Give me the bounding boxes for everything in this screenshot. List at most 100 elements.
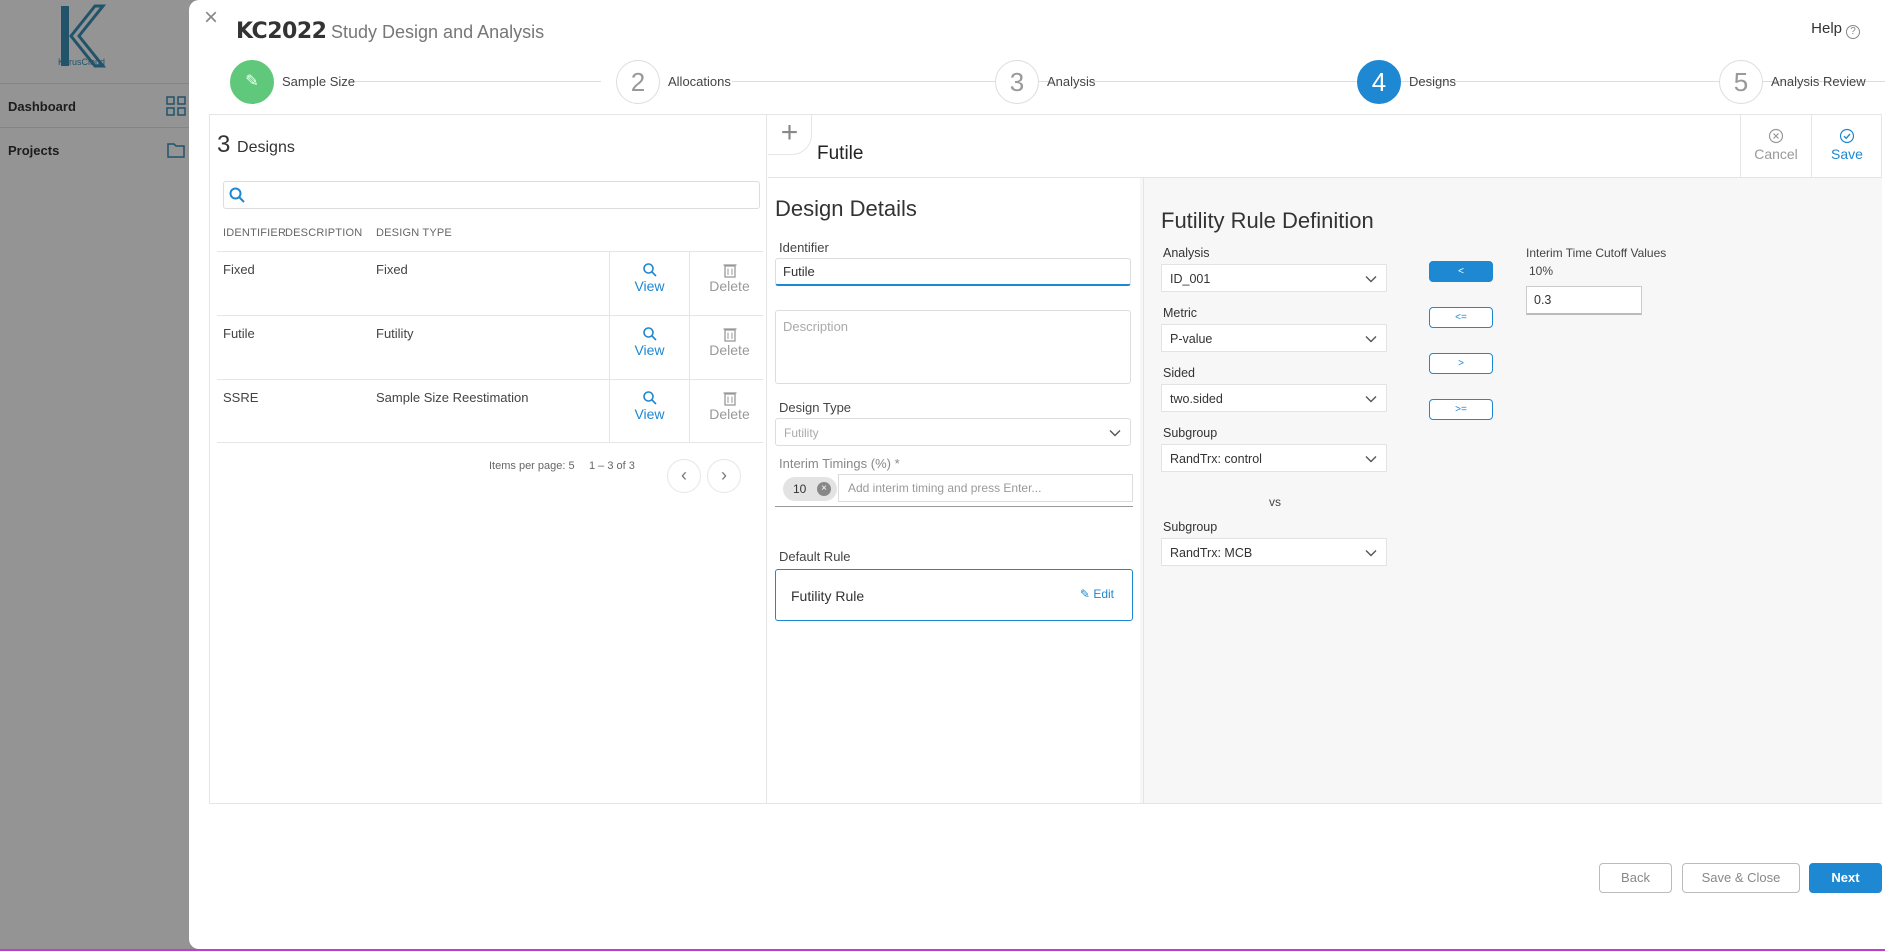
delete-button[interactable]: Delete	[689, 316, 769, 379]
cancel-label: Cancel	[1754, 146, 1798, 162]
pencil-icon: ✎	[1079, 587, 1090, 601]
metric-value: P-value	[1170, 332, 1213, 346]
search-icon	[642, 263, 657, 277]
subgroup-label: Subgroup	[1163, 426, 1218, 440]
cell-design-type: Sample Size Reestimation	[376, 390, 529, 405]
analysis-label: Analysis	[1163, 246, 1210, 260]
edit-rule-button[interactable]: ✎ Edit	[1080, 587, 1114, 601]
table-row[interactable]: Fixed Fixed View Delete	[217, 251, 763, 315]
chevron-down-icon	[1365, 550, 1377, 557]
step-number: 4	[1357, 60, 1401, 104]
subgroup-label: Subgroup	[1163, 520, 1218, 534]
save-close-button[interactable]: Save & Close	[1682, 863, 1800, 893]
next-button[interactable]: Next	[1809, 863, 1882, 893]
prev-page-button[interactable]: ‹	[667, 459, 701, 493]
interim-timing-input[interactable]: Add interim timing and press Enter...	[838, 474, 1133, 502]
search-box[interactable]	[223, 181, 760, 209]
description-textarea[interactable]: Description	[775, 310, 1131, 384]
analysis-select[interactable]: ID_001	[1161, 264, 1387, 292]
subgroup-select-1[interactable]: RandTrx: control	[1161, 444, 1387, 472]
delete-label: Delete	[709, 278, 750, 294]
operator-gt-button[interactable]: >	[1429, 353, 1493, 374]
page-range: 1 – 3 of 3	[589, 460, 635, 472]
section-title: Design Details	[775, 196, 917, 221]
search-icon	[229, 187, 245, 203]
next-page-button[interactable]: ›	[707, 459, 741, 493]
view-button[interactable]: View	[609, 252, 689, 315]
step-label: Analysis	[1047, 74, 1096, 89]
designs-panel: 3 Designs IDENTIFIER DESCRIPTION DESIGN …	[209, 114, 1882, 804]
items-per-page-label: Items per page: 5	[489, 460, 575, 472]
interim-placeholder: Add interim timing and press Enter...	[848, 481, 1042, 495]
cell-identifier: Futile	[223, 326, 255, 341]
project-code: KC2022	[236, 19, 327, 44]
chevron-down-icon	[1365, 336, 1377, 343]
delete-button[interactable]: Delete	[689, 252, 769, 315]
chevron-left-icon: ‹	[681, 465, 687, 485]
record-title: Futile	[817, 143, 864, 164]
cancel-button[interactable]: Cancel	[1740, 115, 1811, 177]
view-label: View	[634, 406, 665, 422]
search-icon	[642, 327, 657, 341]
description-placeholder: Description	[783, 319, 849, 334]
edit-label: Edit	[1093, 587, 1114, 601]
default-rule-card[interactable]: Futility Rule ✎ Edit	[775, 569, 1133, 621]
operator-lte-button[interactable]: <=	[1429, 307, 1493, 328]
identifier-label: Identifier	[779, 240, 829, 255]
column-header-identifier[interactable]: IDENTIFIER	[223, 227, 286, 239]
close-icon[interactable]: ×	[817, 482, 831, 496]
metric-label: Metric	[1163, 306, 1198, 320]
check-circle-icon	[1839, 128, 1855, 144]
help-link[interactable]: Help?	[1811, 20, 1860, 39]
ipp-value[interactable]: 5	[569, 460, 575, 472]
interim-chip[interactable]: 10 ×	[783, 477, 837, 501]
delete-label: Delete	[709, 342, 750, 358]
cutoff-value: 0.3	[1534, 293, 1552, 307]
save-button[interactable]: Save	[1811, 115, 1882, 177]
design-type-select[interactable]: Futility	[775, 418, 1131, 446]
default-rule-label: Default Rule	[779, 549, 851, 564]
analysis-value: ID_001	[1170, 272, 1211, 286]
identifier-value: Futile	[783, 264, 815, 279]
step-label: Allocations	[668, 74, 731, 89]
metric-select[interactable]: P-value	[1161, 324, 1387, 352]
view-button[interactable]: View	[609, 380, 689, 443]
help-icon: ?	[1846, 25, 1860, 39]
count-number: 3	[217, 131, 231, 158]
table-row[interactable]: Futile Futility View Delete	[217, 315, 763, 379]
operator-gte-button[interactable]: >=	[1429, 399, 1493, 420]
design-type-value: Futility	[784, 426, 819, 440]
interim-timings-field: 10 × Add interim timing and press Enter..…	[775, 472, 1133, 507]
default-rule-value: Futility Rule	[791, 588, 865, 604]
identifier-input[interactable]: Futile	[775, 258, 1131, 286]
cutoff-value-input[interactable]: 0.3	[1526, 286, 1642, 315]
operator-lt-button[interactable]: <	[1429, 261, 1493, 282]
cutoff-label: Interim Time Cutoff Values	[1526, 246, 1667, 260]
ipp-text: Items per page:	[489, 460, 566, 472]
cutoff-percent: 10%	[1529, 264, 1554, 278]
close-icon[interactable]: ×	[204, 6, 218, 30]
back-button[interactable]: Back	[1599, 863, 1672, 893]
cell-identifier: Fixed	[223, 262, 255, 277]
section-title: Futility Rule Definition	[1161, 208, 1374, 233]
trash-icon	[723, 328, 736, 342]
sided-select[interactable]: two.sided	[1161, 384, 1387, 412]
delete-button[interactable]: Delete	[689, 380, 769, 443]
step-number: 2	[616, 60, 660, 104]
search-input[interactable]	[252, 184, 752, 206]
trash-icon	[723, 392, 736, 406]
cell-identifier: SSRE	[223, 390, 259, 405]
count-label: Designs	[237, 139, 295, 156]
column-header-description[interactable]: DESCRIPTION	[285, 227, 362, 239]
delete-label: Delete	[709, 406, 750, 422]
save-label: Save	[1831, 146, 1863, 162]
chevron-right-icon: ›	[721, 465, 727, 485]
step-label: Analysis Review	[1771, 74, 1866, 89]
view-label: View	[634, 278, 665, 294]
add-design-button[interactable]: +	[768, 115, 812, 155]
view-button[interactable]: View	[609, 316, 689, 379]
subgroup-select-2[interactable]: RandTrx: MCB	[1161, 538, 1387, 566]
table-row[interactable]: SSRE Sample Size Reestimation View Delet…	[217, 379, 763, 443]
column-header-design-type[interactable]: DESIGN TYPE	[376, 227, 452, 239]
chevron-down-icon	[1109, 430, 1121, 437]
